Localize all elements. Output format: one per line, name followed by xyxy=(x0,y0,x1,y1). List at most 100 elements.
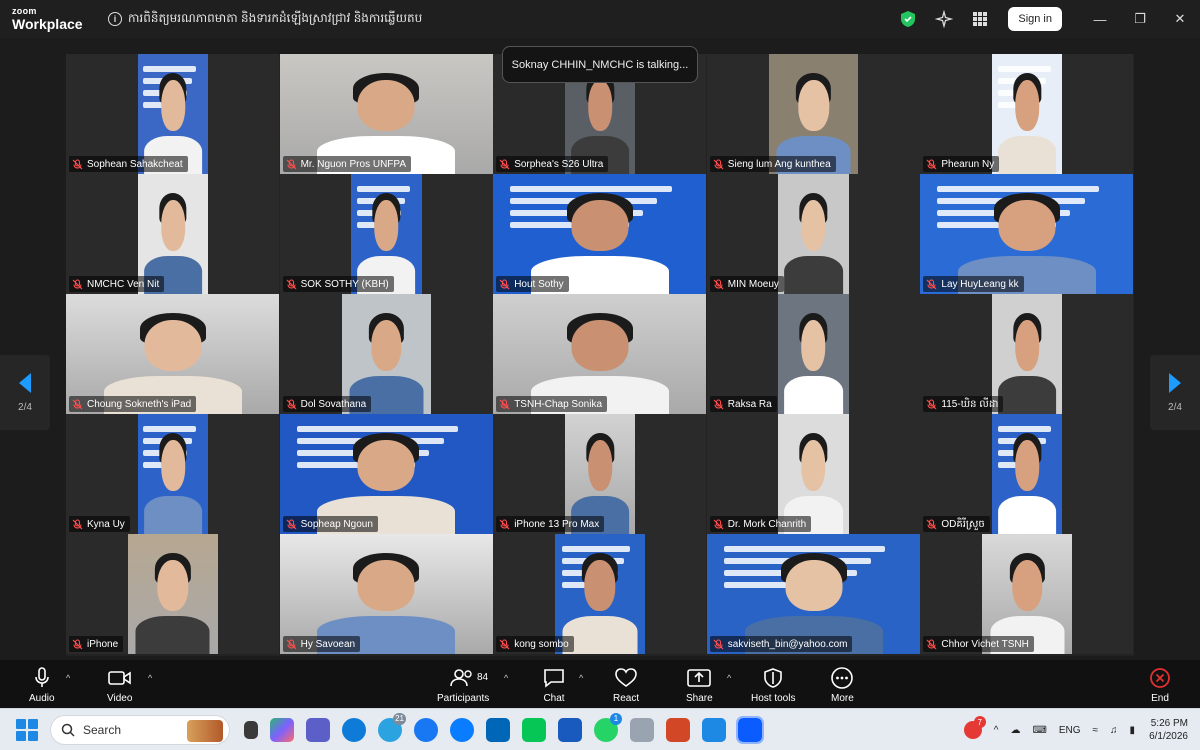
participant-tile[interactable]: Choung Sokneth's iPad xyxy=(66,294,279,414)
muted-microphone-icon xyxy=(499,638,510,649)
messenger-icon[interactable] xyxy=(450,717,474,742)
powerpoint-icon[interactable] xyxy=(666,717,690,742)
participant-tile[interactable]: kong sombo xyxy=(493,534,707,654)
muted-microphone-icon xyxy=(713,398,724,409)
previous-page-button[interactable]: 2/4 xyxy=(0,355,50,430)
chat-options-chevron-icon[interactable]: ^ xyxy=(579,673,583,683)
close-icon[interactable]: ✕ xyxy=(1160,11,1200,27)
sign-in-button[interactable]: Sign in xyxy=(1008,7,1062,31)
participant-name: 115-ឃិន លីដា xyxy=(941,398,999,410)
brand-bottom: Workplace xyxy=(12,16,83,32)
apps-grid-icon[interactable] xyxy=(969,8,991,30)
participant-video xyxy=(127,534,218,654)
video-options-chevron-icon[interactable]: ^ xyxy=(148,673,152,683)
participant-tile[interactable]: Lay HuyLeang kk xyxy=(920,174,1134,294)
taskbar-search-input[interactable]: Search xyxy=(50,714,230,745)
audio-options-chevron-icon[interactable]: ^ xyxy=(66,673,70,683)
participant-tile[interactable]: TSNH-Chap Sonika xyxy=(493,294,707,414)
participant-tile[interactable]: SOK SOTHY (KBH) xyxy=(279,174,493,294)
language-indicator[interactable]: ENG xyxy=(1059,725,1081,736)
audio-label: Audio xyxy=(29,693,55,704)
task-view-icon[interactable] xyxy=(244,720,258,739)
participant-video xyxy=(778,294,849,414)
video-label: Video xyxy=(107,693,133,704)
participant-tile[interactable]: iPhone 13 Pro Max xyxy=(493,414,707,534)
keyboard-icon[interactable]: ⌨ xyxy=(1032,725,1046,736)
participant-tile[interactable]: sakviseth_bin@yahoo.com xyxy=(706,534,920,654)
participant-tile[interactable]: Hy Savoean xyxy=(279,534,493,654)
participant-tile[interactable]: Kyna Uy xyxy=(66,414,279,534)
end-meeting-button[interactable]: End xyxy=(1150,666,1170,704)
react-button[interactable]: React xyxy=(613,666,639,704)
participant-tile[interactable]: Sophean Sahakcheat xyxy=(66,54,279,174)
wifi-icon[interactable]: ≈ xyxy=(1093,725,1099,736)
copilot-icon[interactable] xyxy=(270,717,294,742)
participant-tile[interactable]: 115-ឃិន លីដា xyxy=(920,294,1134,414)
participant-tile[interactable]: Chhor Vichet TSNH xyxy=(920,534,1134,654)
onedrive-icon[interactable]: ☁ xyxy=(1010,725,1020,736)
participant-tile[interactable]: Raksa Ra xyxy=(706,294,920,414)
notification-app-icon[interactable]: 7 xyxy=(963,716,986,739)
minimize-icon[interactable]: — xyxy=(1080,12,1120,27)
chevron-up-icon[interactable]: ^ xyxy=(994,725,999,736)
participant-name: Hout Sothy xyxy=(514,278,564,290)
whatsapp-badge: 1 xyxy=(610,712,622,725)
chat-button[interactable]: Chat xyxy=(543,666,565,704)
app-icon[interactable] xyxy=(702,717,726,742)
restore-icon[interactable]: ❐ xyxy=(1120,11,1160,27)
muted-microphone-icon xyxy=(72,278,83,289)
whatsapp-icon[interactable]: 1 xyxy=(594,712,622,742)
host-tools-button[interactable]: Host tools xyxy=(751,666,795,704)
participant-tile[interactable]: iPhone xyxy=(66,534,279,654)
chat-label: Chat xyxy=(543,693,565,704)
participant-tile[interactable]: Mr. Nguon Pros UNFPA xyxy=(279,54,493,174)
video-button[interactable]: Video xyxy=(107,666,132,704)
encryption-shield-icon[interactable] xyxy=(897,8,919,30)
participant-silhouette xyxy=(782,294,845,414)
share-button[interactable]: Share xyxy=(686,666,713,704)
participant-silhouette xyxy=(132,534,213,654)
battery-icon[interactable]: ▮ xyxy=(1130,725,1136,736)
next-page-button[interactable]: 2/4 xyxy=(1150,355,1200,430)
participant-tile[interactable]: Hout Sothy xyxy=(493,174,707,294)
participant-name-tag: MIN Moeuy xyxy=(709,276,784,292)
system-clock[interactable]: 5:26 PM 6/1/2026 xyxy=(1149,717,1188,744)
participants-options-chevron-icon[interactable]: ^ xyxy=(504,673,508,683)
muted-microphone-icon xyxy=(72,158,83,169)
line-icon[interactable] xyxy=(522,717,546,742)
participant-tile[interactable]: Dr. Mork Chanrith xyxy=(706,414,920,534)
info-icon[interactable]: i xyxy=(108,12,122,26)
microsoft-store-icon[interactable] xyxy=(486,717,510,742)
end-x-icon xyxy=(1150,668,1170,688)
participant-tile[interactable]: Phearun Ny xyxy=(920,54,1134,174)
participant-tile[interactable]: NMCHC Ven Nit xyxy=(66,174,279,294)
word-icon[interactable] xyxy=(558,717,582,742)
teams-icon[interactable] xyxy=(306,717,330,742)
participant-name-tag: Choung Sokneth's iPad xyxy=(69,396,197,412)
windows-start-icon[interactable] xyxy=(16,718,38,741)
edge-browser-icon[interactable] xyxy=(342,717,366,742)
end-label: End xyxy=(1151,693,1169,704)
volume-icon[interactable]: ♫ xyxy=(1110,725,1118,736)
participant-tile[interactable]: Sieng lum Ang kunthea xyxy=(706,54,920,174)
file-explorer-icon[interactable] xyxy=(630,717,654,742)
zoom-taskbar-icon[interactable] xyxy=(736,715,764,744)
participant-name-tag: Dol Sovathana xyxy=(282,396,372,412)
telegram-icon[interactable]: 21 xyxy=(378,712,406,742)
page-indicator-right: 2/4 xyxy=(1168,402,1182,413)
participant-tile[interactable]: ODគិរីស្រួច xyxy=(920,414,1134,534)
meeting-info[interactable]: i ការពិនិត្យមរណភាពមាតា និងទារកដំឡើងស្រាវ… xyxy=(108,10,422,28)
audio-button[interactable]: Audio xyxy=(29,666,55,704)
system-tray: 7 ^ ☁ ⌨ ENG ≈ ♫ ▮ 5:26 PM 6/1/2026 xyxy=(958,709,1200,750)
muted-microphone-icon xyxy=(72,398,83,409)
brand-top: zoom xyxy=(12,6,37,16)
participant-tile[interactable]: Dol Sovathana xyxy=(279,294,493,414)
share-options-chevron-icon[interactable]: ^ xyxy=(727,673,731,683)
zoom-workplace-logo: zoom Workplace xyxy=(12,6,92,32)
more-button[interactable]: More xyxy=(831,666,854,704)
participant-tile[interactable]: MIN Moeuy xyxy=(706,174,920,294)
participant-tile[interactable]: Sopheap Ngoun xyxy=(279,414,493,534)
participant-name-tag: SOK SOTHY (KBH) xyxy=(282,276,394,292)
facebook-icon[interactable] xyxy=(414,717,438,742)
ai-companion-icon[interactable] xyxy=(933,8,955,30)
